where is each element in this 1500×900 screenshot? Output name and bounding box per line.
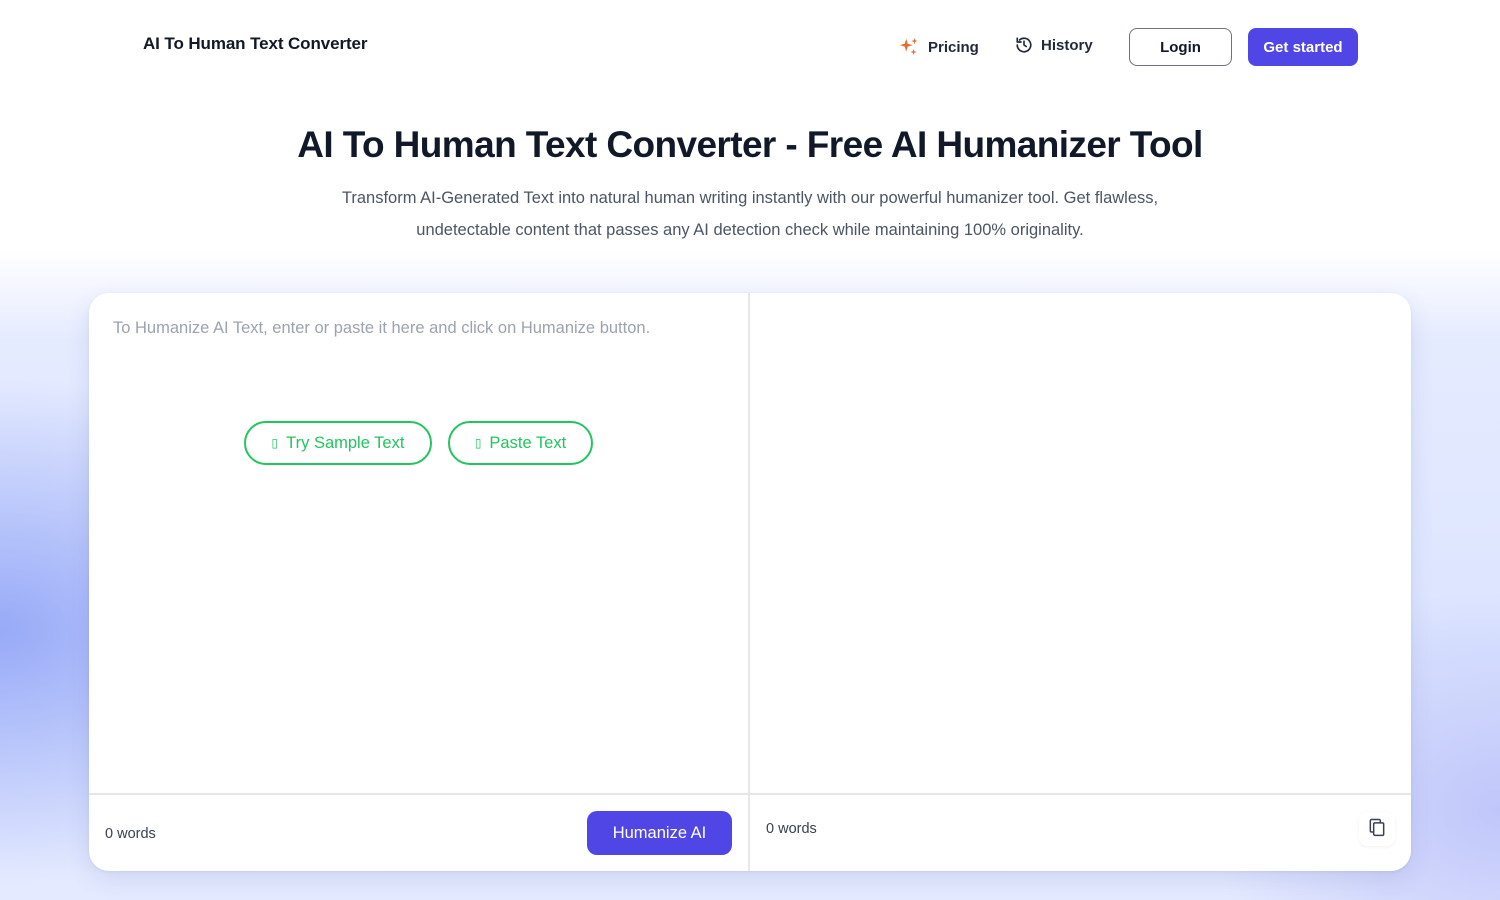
sample-text-icon: ▯ xyxy=(271,436,279,450)
nav-pricing-link[interactable]: Pricing xyxy=(898,36,979,58)
page-subtitle: Transform AI-Generated Text into natural… xyxy=(341,189,1159,239)
copy-icon xyxy=(1367,817,1387,842)
brand-title[interactable]: AI To Human Text Converter xyxy=(143,34,368,54)
hero-section: AI To Human Text Converter - Free AI Hum… xyxy=(0,122,1500,246)
input-word-count: 0 words xyxy=(105,826,156,842)
copy-output-button[interactable] xyxy=(1359,812,1395,846)
paste-icon: ▯ xyxy=(474,436,482,450)
get-started-button[interactable]: Get started xyxy=(1248,28,1358,66)
input-pane: ▯ Try Sample Text ▯ Paste Text xyxy=(89,293,748,793)
input-footer: 0 words Humanize AI xyxy=(89,795,748,871)
nav-history-link[interactable]: History xyxy=(1015,36,1093,54)
page-title: AI To Human Text Converter - Free AI Hum… xyxy=(297,124,1203,165)
login-button[interactable]: Login xyxy=(1129,28,1232,66)
sparkles-icon xyxy=(898,36,920,58)
output-footer: 0 words xyxy=(750,795,1411,871)
top-nav: AI To Human Text Converter Pricing Histo… xyxy=(0,0,1500,92)
output-word-count: 0 words xyxy=(766,821,817,837)
try-sample-text-label: Try Sample Text xyxy=(286,433,405,452)
paste-text-button[interactable]: ▯ Paste Text xyxy=(448,421,593,465)
history-icon xyxy=(1015,36,1033,54)
nav-history-label: History xyxy=(1041,36,1093,54)
input-textarea[interactable] xyxy=(113,319,723,359)
paste-text-label: Paste Text xyxy=(489,433,567,452)
nav-pricing-label: Pricing xyxy=(928,38,979,56)
humanizer-editor-card: ▯ Try Sample Text ▯ Paste Text 0 words H… xyxy=(89,293,1411,871)
output-pane[interactable] xyxy=(750,293,1411,793)
try-sample-text-button[interactable]: ▯ Try Sample Text xyxy=(244,421,432,465)
humanize-button[interactable]: Humanize AI xyxy=(587,811,732,855)
